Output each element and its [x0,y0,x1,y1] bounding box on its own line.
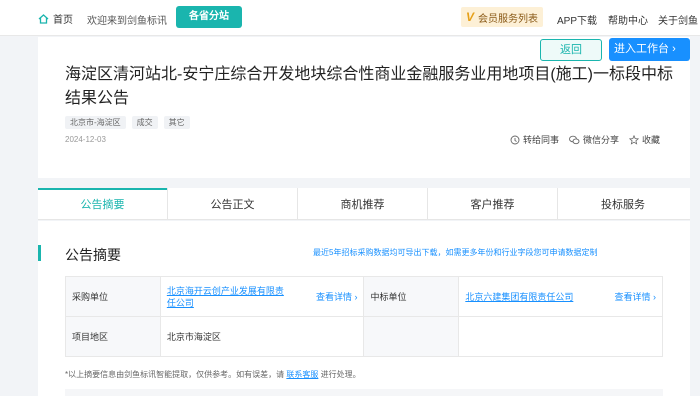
tab-customers[interactable]: 客户推荐 [428,188,558,219]
wechat-share-button[interactable]: 微信分享 [569,133,619,146]
announcement-header: 返回 进入工作台 › 海淀区清河站北-安宁庄综合开发地块综合性商业金融服务业用地… [38,37,690,178]
help-center-link[interactable]: 帮助中心 [608,12,648,27]
home-label: 首页 [53,15,73,26]
next-section-edge [65,389,663,396]
tag-list: 北京市-海淀区 成交 其它 [65,116,190,129]
tab-bid-services[interactable]: 投标服务 [558,188,688,219]
chevron-right-icon: › [672,43,676,55]
section-title: 公告摘要 [65,247,121,263]
purchaser-label: 采购单位 [65,276,161,317]
branch-sites-button[interactable]: 各省分站 [176,6,242,28]
tab-full-text[interactable]: 公告正文 [168,188,298,219]
section-accent-bar [38,245,41,261]
wechat-icon [569,135,580,144]
contact-support-link[interactable]: 联系客服 [286,370,318,379]
page-title: 海淀区清河站北-安宁庄综合开发地块综合性商业金融服务业用地项目(施工)一标段中标… [65,66,673,107]
category-tag[interactable]: 其它 [163,116,190,129]
action-bar: 转给同事 微信分享 收藏 [510,133,660,146]
home-link[interactable]: 首页 [38,11,73,26]
about-link[interactable]: 关于剑鱼 [658,12,698,27]
star-icon [629,134,640,145]
winner-detail-link[interactable]: 查看详情 › [614,290,656,303]
app-download-link[interactable]: APP下载 [557,12,597,27]
top-navigation-bar: 首页 欢迎来到剑鱼标讯 各省分站 V 会员服务列表 APP下载 帮助中心 关于剑… [0,0,700,36]
back-button[interactable]: 返回 [540,39,602,61]
region-label: 项目地区 [65,316,161,357]
region-tag[interactable]: 北京市-海淀区 [65,116,126,129]
summary-section: 公告摘要 最近5年招标采购数据均可导出下载，如需更多年份和行业字段您可申请数据定… [38,221,690,396]
data-export-link[interactable]: 最近5年招标采购数据均可导出下载，如需更多年份和行业字段您可申请数据定制 [313,247,597,258]
vip-icon: V [465,10,474,24]
region-value: 北京市海淀区 [159,316,365,357]
publish-date: 2024-12-03 [65,135,106,144]
vip-service-button[interactable]: V 会员服务列表 [461,7,543,27]
welcome-text: 欢迎来到剑鱼标讯 [87,16,167,27]
favorite-button[interactable]: 收藏 [629,133,660,146]
tab-opportunities[interactable]: 商机推荐 [298,188,428,219]
forward-icon [510,135,520,144]
empty-label [363,316,460,357]
winner-cell: 北京六建集团有限责任公司 查看详情 › [458,276,663,317]
vip-label: 会员服务列表 [478,13,538,25]
winner-label: 中标单位 [363,276,460,317]
purchaser-link[interactable]: 北京海开云创产业发展有限责任公司 [167,285,287,309]
content-tabs: 公告摘要 公告正文 商机推荐 客户推荐 投标服务 [38,188,690,220]
purchaser-detail-link[interactable]: 查看详情 › [316,290,358,303]
purchaser-cell: 北京海开云创产业发展有限责任公司 查看详情 › [159,276,365,317]
type-tag[interactable]: 成交 [131,116,158,129]
winner-link[interactable]: 北京六建集团有限责任公司 [465,291,573,303]
summary-footnote: *以上摘要信息由剑鱼标讯智能提取，仅供参考。如有误差，请 联系客服 进行处理。 [65,370,361,379]
summary-table: 采购单位 北京海开云创产业发展有限责任公司 查看详情 › 中标单位 北京六建集团… [65,276,663,357]
table-row: 采购单位 北京海开云创产业发展有限责任公司 查看详情 › 中标单位 北京六建集团… [65,276,663,317]
home-icon [38,13,49,24]
forward-button[interactable]: 转给同事 [510,133,559,146]
tab-summary[interactable]: 公告摘要 [38,188,168,219]
table-row: 项目地区 北京市海淀区 [65,316,663,357]
enter-workbench-button[interactable]: 进入工作台 › [609,38,690,61]
empty-value [458,316,663,357]
